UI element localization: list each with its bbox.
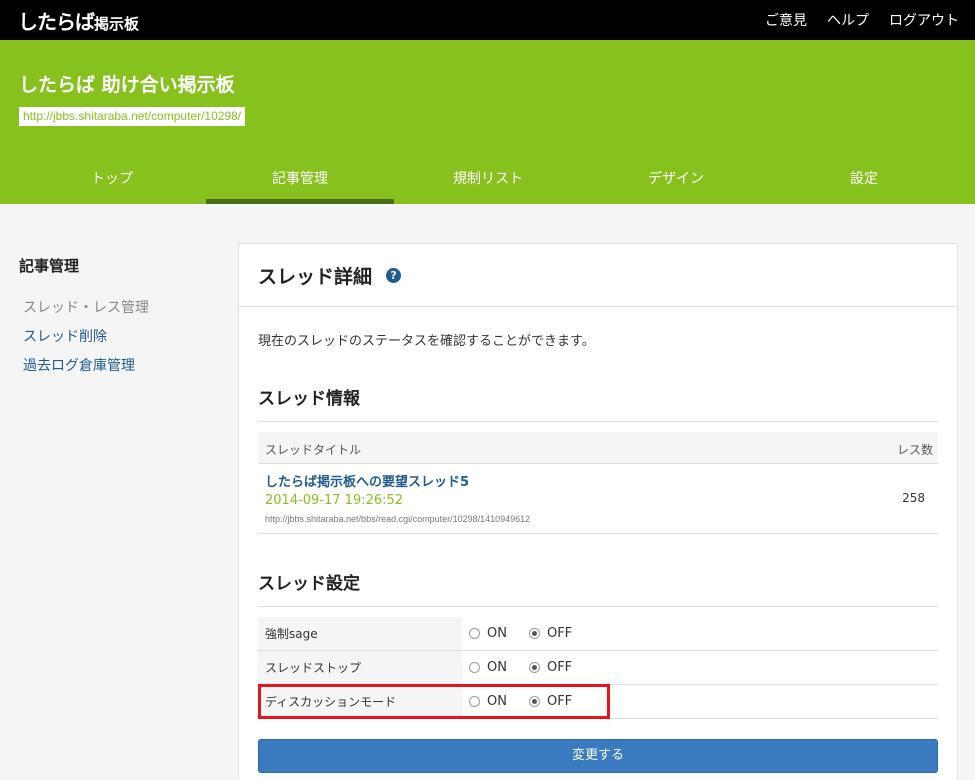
thread-stop-on-option[interactable]: ON — [469, 660, 507, 675]
sidebar-heading: 記事管理 — [19, 257, 80, 275]
logo-subtext: 掲示板 — [94, 15, 140, 33]
logo-text: したらば — [18, 10, 95, 34]
thread-info-table-header: スレッドタイトル レス数 — [258, 432, 938, 464]
option-label: OFF — [546, 660, 573, 675]
help-link[interactable]: ヘルプ — [827, 10, 869, 30]
thread-title-link[interactable]: したらば掲示板への要望スレッド5 — [265, 471, 469, 490]
radio-button[interactable] — [528, 662, 540, 673]
radio-button[interactable] — [469, 628, 480, 639]
board-url[interactable]: http://jbbs.shitaraba.net/computer/10298… — [19, 107, 246, 126]
force-sage-on-option[interactable]: ON — [469, 626, 507, 641]
board-title: したらば 助け合い掲示板 — [19, 74, 235, 96]
divider — [258, 606, 938, 607]
column-header-thread-title: スレッドタイトル — [265, 443, 362, 457]
tab-settings[interactable]: 設定 — [770, 164, 958, 204]
table-row: したらば掲示板への要望スレッド5 2014-09-17 19:26:52 htt… — [258, 465, 938, 534]
setting-options: ON OFF — [469, 651, 594, 684]
sidebar-item-archive-management[interactable]: 過去ログ倉庫管理 — [23, 352, 149, 381]
main-tabs: トップ 記事管理 規制リスト デザイン 設定 — [18, 164, 958, 204]
setting-row-thread-stop: スレッドストップ ON OFF — [258, 651, 938, 685]
force-sage-off-option[interactable]: OFF — [528, 626, 573, 641]
panel-header: スレッド詳細 ? — [239, 244, 957, 307]
thread-stop-off-option[interactable]: OFF — [528, 660, 573, 675]
page-title: スレッド詳細 — [258, 265, 373, 288]
board-header: したらば 助け合い掲示板 http://jbbs.shitaraba.net/c… — [0, 40, 975, 204]
logout-link[interactable]: ログアウト — [889, 10, 959, 30]
sidebar-item-thread-delete[interactable]: スレッド削除 — [23, 323, 149, 352]
thread-detail-panel: スレッド詳細 ? 現在のスレッドのステータスを確認することができます。 スレッド… — [238, 243, 958, 780]
tab-design[interactable]: デザイン — [582, 164, 770, 204]
tab-restriction-list[interactable]: 規制リスト — [394, 164, 582, 204]
submit-button[interactable]: 変更する — [258, 739, 938, 773]
thread-info-heading: スレッド情報 — [258, 389, 360, 409]
thread-res-count: 258 — [902, 491, 925, 505]
feedback-link[interactable]: ご意見 — [765, 10, 807, 30]
top-bar: したらば掲示板 ご意見 ヘルプ ログアウト — [0, 0, 975, 40]
help-icon[interactable]: ? — [386, 267, 402, 283]
setting-label: スレッドストップ — [258, 651, 462, 684]
site-logo[interactable]: したらば掲示板 — [18, 6, 139, 35]
tab-article-management[interactable]: 記事管理 — [206, 164, 394, 204]
setting-options: ON OFF — [469, 617, 594, 650]
top-nav: ご意見 ヘルプ ログアウト — [765, 0, 959, 40]
radio-button[interactable] — [469, 662, 480, 673]
column-header-res-count: レス数 — [896, 443, 933, 457]
option-label: ON — [487, 626, 507, 641]
thread-date: 2014-09-17 19:26:52 — [265, 493, 404, 508]
setting-label: 強制sage — [258, 617, 462, 650]
setting-row-force-sage: 強制sage ON OFF — [258, 617, 938, 651]
sidebar-menu: スレッド・レス管理 スレッド削除 過去ログ倉庫管理 — [23, 294, 149, 381]
divider — [258, 421, 938, 422]
thread-settings-heading: スレッド設定 — [258, 574, 360, 594]
page-description: 現在のスレッドのステータスを確認することができます。 — [258, 334, 595, 349]
tab-top[interactable]: トップ — [18, 164, 206, 204]
option-label: OFF — [546, 626, 573, 641]
option-label: ON — [487, 660, 507, 675]
thread-url: http://jbbs.shitaraba.net/bbs/read.cgi/c… — [265, 514, 531, 524]
highlight-box — [258, 684, 610, 719]
radio-button[interactable] — [528, 628, 540, 639]
sidebar-item-thread-res-management: スレッド・レス管理 — [23, 300, 149, 316]
